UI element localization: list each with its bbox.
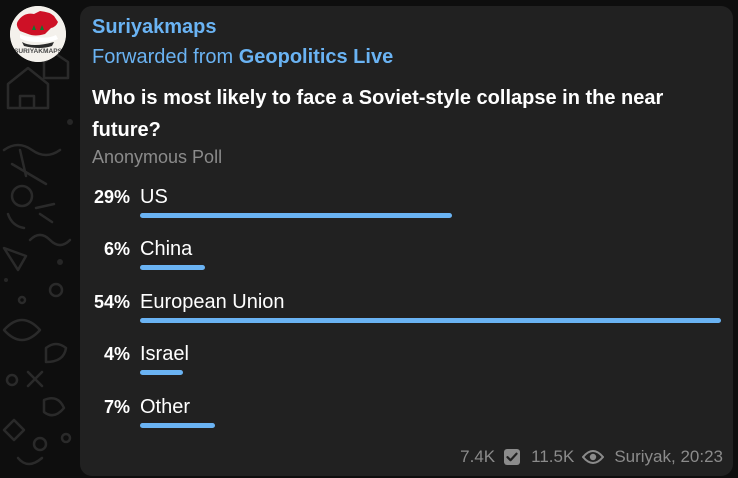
forward-prefix: Forwarded from — [92, 46, 234, 68]
message-footer: 7.4K 11.5K Suriyak, 20:23 — [460, 447, 723, 467]
option-percent: 6% — [103, 239, 130, 259]
option-label: European Union — [140, 291, 285, 313]
channel-avatar[interactable]: SURIYAKMAPS — [10, 6, 66, 62]
poll-question: Who is most likely to face a Soviet-styl… — [92, 87, 664, 141]
check-box-icon — [503, 448, 521, 466]
option-percent: 7% — [103, 397, 130, 417]
vote-count[interactable]: 7.4K — [460, 447, 495, 467]
option-label: Other — [140, 396, 191, 418]
poll-message: Suriyakmaps Forwarded from Geopolitics L… — [80, 6, 733, 476]
poll-option[interactable]: 7% Other — [80, 396, 733, 445]
option-result-bar — [140, 213, 452, 218]
poll-option[interactable]: 4% Israel — [80, 343, 733, 392]
poll-option[interactable]: 29% US — [80, 186, 733, 235]
option-label: China — [140, 238, 193, 260]
forward-source[interactable]: Geopolitics Live — [239, 46, 393, 68]
post-signature: Suriyak, 20:23 — [614, 447, 723, 466]
option-result-bar — [140, 265, 205, 270]
option-label: Israel — [140, 343, 189, 365]
option-result-bar — [140, 423, 215, 428]
option-percent: 29% — [93, 187, 130, 207]
option-percent: 4% — [103, 344, 130, 364]
option-percent: 54% — [93, 292, 130, 312]
eye-icon — [582, 449, 605, 465]
poll-option[interactable]: 6% China — [80, 238, 733, 287]
poll-option[interactable]: 54% European Union — [80, 291, 733, 340]
view-count: 11.5K — [531, 447, 575, 466]
channel-name[interactable]: Suriyakmaps — [92, 16, 217, 39]
poll-type: Anonymous Poll — [92, 147, 223, 167]
avatar-wordmark: SURIYAKMAPS — [14, 48, 63, 55]
forward-header[interactable]: Forwarded from Geopolitics Live — [92, 46, 393, 69]
option-result-bar — [140, 370, 183, 375]
option-label: US — [140, 186, 168, 208]
syria-flag-logo: SURIYAKMAPS — [10, 6, 66, 62]
option-result-bar — [140, 318, 721, 323]
